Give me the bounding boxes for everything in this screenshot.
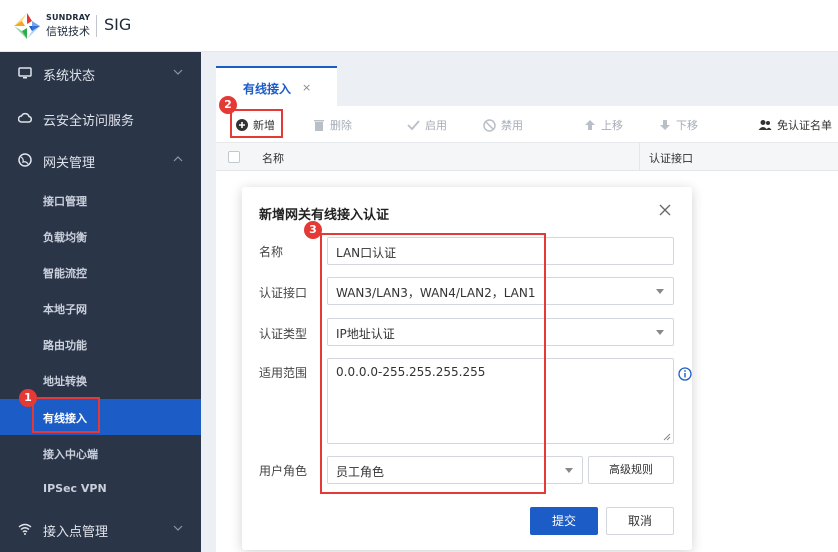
chevron-down-icon (173, 69, 183, 75)
annotation-box-3 (320, 233, 546, 494)
cloud-icon (18, 112, 32, 123)
delete-button[interactable]: 删除 (313, 116, 352, 134)
scope-label: 适用范围 (259, 366, 308, 380)
sidebar-item-label: 接入中心端 (43, 448, 98, 461)
sidebar-item-label: 负载均衡 (43, 231, 87, 244)
exempt-list-button[interactable]: 免认证名单 (758, 116, 832, 134)
sidebar-item-interface[interactable]: 接口管理 (0, 182, 201, 218)
chevron-up-icon (173, 156, 183, 162)
delete-button-label: 删除 (330, 119, 352, 132)
close-icon[interactable] (658, 203, 672, 217)
brand-divider (96, 15, 97, 37)
users-icon (758, 120, 772, 130)
auth-type-label: 认证类型 (259, 327, 308, 341)
tab-bar: 有线接入 × (216, 66, 838, 106)
annotation-box-2 (230, 109, 283, 138)
annotation-badge-3: 3 (304, 221, 322, 239)
sidebar-item-label: 接口管理 (43, 195, 87, 208)
exempt-list-button-label: 免认证名单 (777, 119, 832, 132)
column-header-auth-interface[interactable]: 认证接口 (649, 150, 693, 166)
sidebar-group-gateway-management[interactable]: 网关管理 (0, 139, 201, 181)
check-icon (407, 120, 420, 131)
arrow-up-icon (585, 120, 595, 130)
column-divider (639, 143, 640, 171)
sidebar-item-flow-control[interactable]: 智能流控 (0, 254, 201, 290)
sidebar-item-label: 地址转换 (43, 375, 87, 388)
annotation-box-1 (32, 397, 100, 433)
move-up-button[interactable]: 上移 (584, 116, 623, 134)
caret-down-icon (656, 330, 664, 335)
ban-icon (483, 118, 496, 132)
sidebar: 系统状态 云安全访问服务 网关管理 接口管理 负载均衡 智能流控 本地子网 路由… (0, 52, 201, 552)
sundray-logo-icon (14, 13, 40, 39)
caret-down-icon (656, 289, 664, 294)
cancel-button[interactable]: 取消 (606, 507, 674, 535)
table-header: 名称 认证接口 (216, 143, 838, 171)
wifi-icon (18, 523, 32, 535)
auth-interface-label: 认证接口 (259, 286, 308, 300)
move-up-button-label: 上移 (601, 119, 623, 132)
select-all-checkbox[interactable] (228, 151, 240, 163)
sidebar-group-ap-management[interactable]: 接入点管理 (0, 508, 201, 550)
brand-name-en: SUNDRAY (46, 13, 91, 22)
sidebar-group-label: 接入点管理 (43, 525, 109, 540)
sidebar-item-local-subnet[interactable]: 本地子网 (0, 290, 201, 326)
chevron-down-icon (173, 525, 183, 531)
resize-handle-icon[interactable] (663, 433, 671, 441)
column-header-name[interactable]: 名称 (262, 150, 284, 166)
sidebar-item-label: 智能流控 (43, 267, 87, 280)
sidebar-item-label: 路由功能 (43, 339, 87, 352)
sidebar-group-cloud-security[interactable]: 云安全访问服务 (0, 97, 201, 139)
sidebar-group-label: 网关管理 (43, 156, 96, 171)
arrow-down-icon (660, 120, 670, 130)
info-icon[interactable] (678, 367, 692, 381)
disable-button-label: 禁用 (501, 119, 523, 132)
sidebar-item-access-center[interactable]: 接入中心端 (0, 435, 201, 471)
sidebar-item-load-balance[interactable]: 负载均衡 (0, 218, 201, 254)
product-name: SIG (104, 15, 132, 34)
trash-icon (314, 120, 324, 131)
toolbar: 新增 删除 启用 禁用 上移 下移 免认证名单 (216, 106, 838, 143)
move-down-button[interactable]: 下移 (659, 116, 698, 134)
app-header: SUNDRAY 信锐技术 SIG (0, 0, 838, 52)
globe-icon (18, 153, 32, 167)
sidebar-item-ipsec-vpn[interactable]: IPSec VPN (0, 471, 201, 507)
annotation-badge-2: 2 (219, 96, 237, 114)
user-role-label: 用户角色 (259, 464, 308, 478)
annotation-badge-1: 1 (19, 389, 37, 407)
move-down-button-label: 下移 (676, 119, 698, 132)
enable-button[interactable]: 启用 (407, 116, 447, 134)
sidebar-group-system-status[interactable]: 系统状态 (0, 52, 201, 94)
advanced-rules-button[interactable]: 高级规则 (588, 456, 674, 484)
tab-close-icon[interactable]: × (302, 81, 311, 94)
caret-down-icon (565, 468, 573, 473)
name-label: 名称 (259, 245, 284, 259)
enable-button-label: 启用 (425, 119, 447, 132)
tab-label: 有线接入 (243, 82, 292, 96)
disable-button[interactable]: 禁用 (483, 116, 523, 134)
brand-name-cn: 信锐技术 (46, 25, 90, 38)
monitor-icon (18, 67, 32, 79)
sidebar-group-label: 云安全访问服务 (43, 114, 135, 129)
dialog-title: 新增网关有线接入认证 (259, 208, 390, 223)
sidebar-item-label: 本地子网 (43, 303, 87, 316)
sidebar-item-routing[interactable]: 路由功能 (0, 326, 201, 362)
sidebar-item-label: IPSec VPN (43, 482, 107, 495)
sidebar-group-label: 系统状态 (43, 69, 96, 84)
submit-button[interactable]: 提交 (530, 507, 598, 535)
